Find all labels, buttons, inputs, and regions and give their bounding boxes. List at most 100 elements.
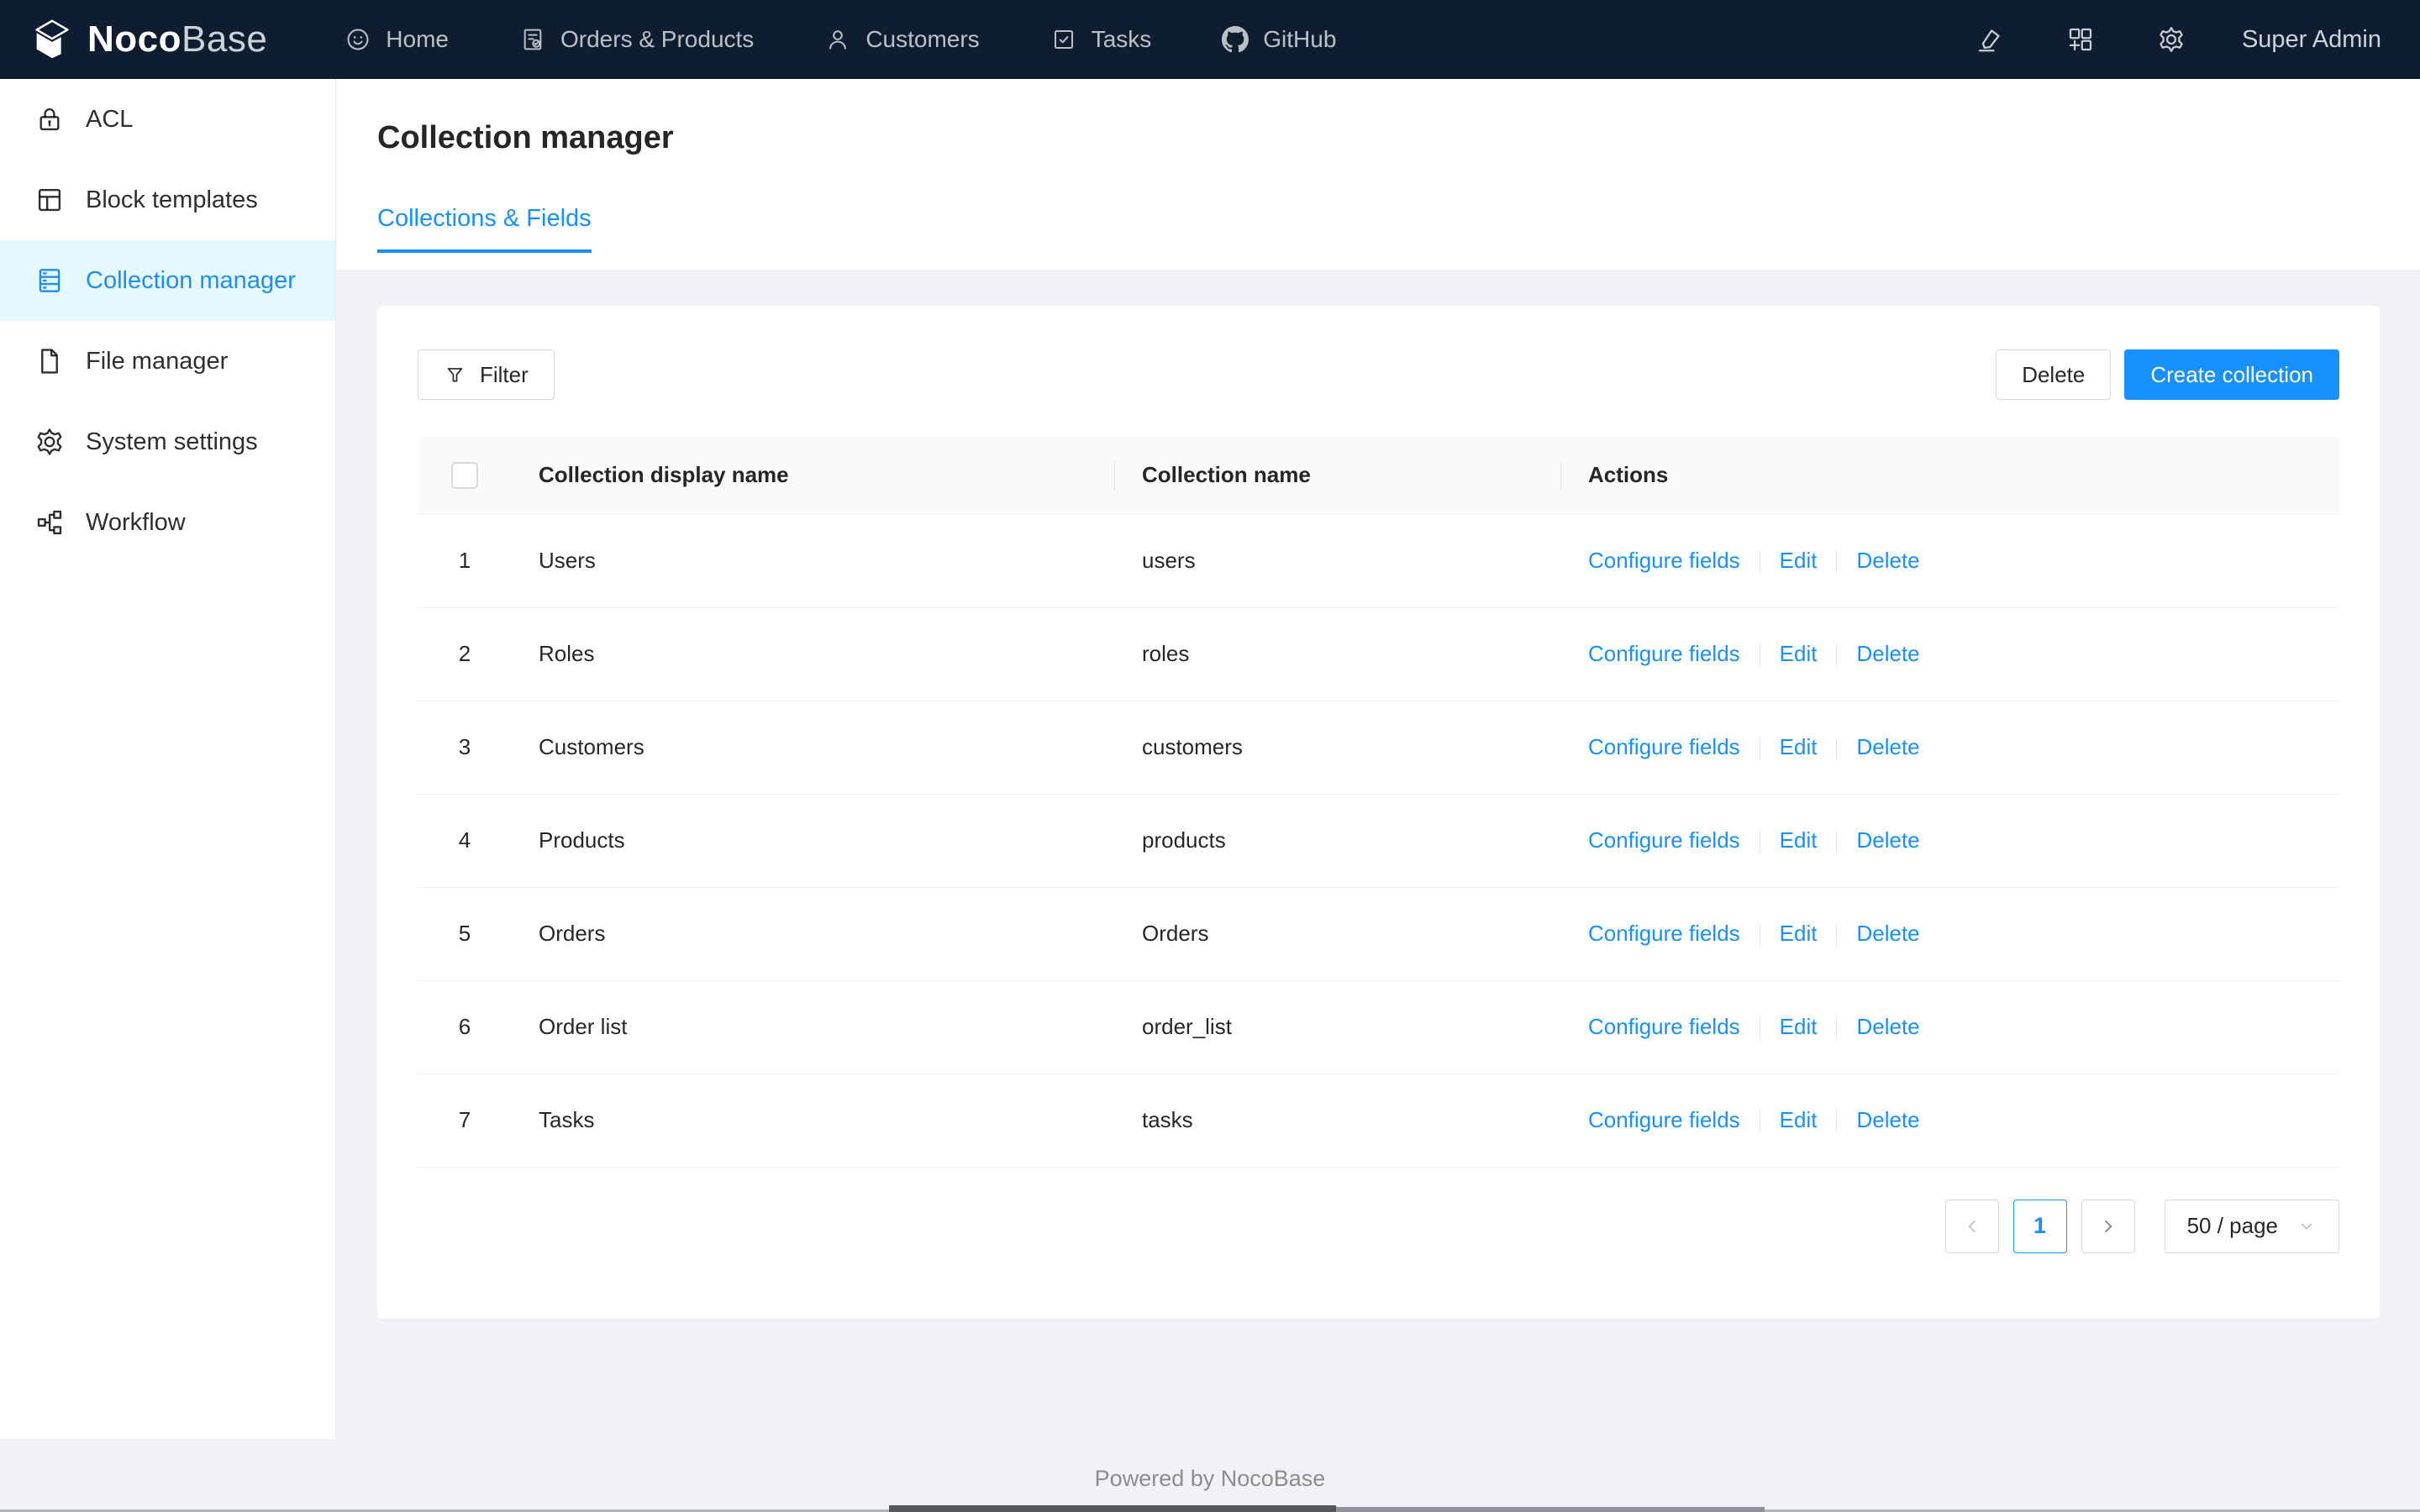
configure-fields-link[interactable]: Configure fields — [1588, 1107, 1740, 1132]
row-actions: Configure fields Edit Delete — [1561, 887, 2339, 981]
sidebar-item-label: Workflow — [86, 508, 186, 536]
sidebar-item-collection-manager[interactable]: Collection manager — [0, 240, 335, 321]
delete-link[interactable]: Delete — [1856, 1107, 1919, 1132]
row-index: 6 — [458, 1014, 471, 1039]
pagination-page-1[interactable]: 1 — [2012, 1199, 2067, 1253]
filter-button[interactable]: Filter — [418, 349, 555, 400]
document-check-icon — [519, 26, 546, 53]
delete-button[interactable]: Delete — [1996, 349, 2112, 400]
select-all-cell — [418, 437, 512, 515]
horizontal-scrollbar-thumb[interactable] — [889, 1505, 1336, 1512]
sidebar-item-block-templates[interactable]: Block templates — [0, 160, 335, 240]
row-index: 7 — [458, 1107, 471, 1132]
pagination: 1 50 / page — [418, 1199, 2339, 1253]
table-row: 3 Customers customers Configure fields Ed… — [418, 701, 2339, 795]
delete-link[interactable]: Delete — [1856, 1014, 1919, 1039]
create-collection-button[interactable]: Create collection — [2124, 349, 2339, 400]
table-header-row: Collection display name Collection name … — [418, 437, 2339, 515]
menu-item-github[interactable]: GitHub — [1186, 0, 1371, 79]
topbar-actions: Super Admin — [1914, 24, 2420, 55]
row-display-name: Customers — [512, 701, 1115, 795]
user-menu[interactable]: Super Admin — [2242, 26, 2381, 54]
appstore-add-icon[interactable] — [2065, 24, 2096, 55]
delete-link[interactable]: Delete — [1856, 641, 1919, 666]
layout-icon — [34, 184, 66, 216]
column-header-collection-name: Collection name — [1115, 437, 1561, 515]
topbar: NocoBase Home Orders & Products Customer… — [0, 0, 2420, 79]
edit-link[interactable]: Edit — [1780, 548, 1818, 573]
menu-item-label: GitHub — [1263, 26, 1337, 52]
edit-link[interactable]: Edit — [1780, 827, 1818, 853]
edit-link[interactable]: Edit — [1780, 1014, 1818, 1039]
column-header-display-name: Collection display name — [512, 437, 1115, 515]
configure-fields-link[interactable]: Configure fields — [1588, 548, 1740, 573]
workflow-icon — [34, 507, 66, 538]
menu-item-orders-products[interactable]: Orders & Products — [484, 0, 789, 79]
configure-fields-link[interactable]: Configure fields — [1588, 641, 1740, 666]
row-display-name: Orders — [512, 887, 1115, 981]
row-collection-name: tasks — [1115, 1074, 1561, 1168]
delete-link[interactable]: Delete — [1856, 827, 1919, 853]
edit-link[interactable]: Edit — [1780, 921, 1818, 946]
row-actions: Configure fields Edit Delete — [1561, 701, 2339, 795]
row-actions: Configure fields Edit Delete — [1561, 607, 2339, 701]
table-row: 2 Roles roles Configure fields Edit Delete — [418, 607, 2339, 701]
main-content: Collection manager Collections & Fields … — [337, 79, 2420, 1512]
sidebar: ACL Block templates Collection manager F… — [0, 79, 336, 1439]
table-toolbar: Filter Delete Create collection — [418, 349, 2339, 400]
smile-icon — [345, 26, 371, 53]
sidebar-item-workflow[interactable]: Workflow — [0, 482, 335, 563]
filter-icon — [444, 364, 466, 386]
nocobase-cube-icon — [29, 16, 76, 63]
menu-item-customers[interactable]: Customers — [789, 0, 1014, 79]
configure-fields-link[interactable]: Configure fields — [1588, 1014, 1740, 1039]
menu-item-home[interactable]: Home — [309, 0, 484, 79]
gear-icon[interactable] — [2156, 24, 2186, 55]
row-actions: Configure fields Edit Delete — [1561, 1074, 2339, 1168]
database-icon — [34, 265, 66, 297]
sidebar-item-label: Collection manager — [86, 266, 296, 294]
table-row: 1 Users users Configure fields Edit Delete — [418, 514, 2339, 608]
action-separator — [1836, 830, 1838, 854]
tab-collections-and-fields[interactable]: Collections & Fields — [377, 205, 592, 253]
sidebar-item-label: System settings — [86, 428, 258, 455]
edit-link[interactable]: Edit — [1780, 641, 1818, 666]
delete-link[interactable]: Delete — [1856, 734, 1919, 759]
pagination-prev-button[interactable] — [1944, 1199, 1999, 1253]
row-index-cell: 6 — [418, 980, 512, 1074]
page-size-select[interactable]: 50 / page — [2164, 1199, 2339, 1253]
file-icon — [34, 345, 66, 377]
page-title: Collection manager — [377, 120, 674, 155]
sidebar-item-file-manager[interactable]: File manager — [0, 321, 335, 402]
page-size-value: 50 / page — [2186, 1213, 2278, 1238]
pagination-next-button[interactable] — [2081, 1199, 2135, 1253]
row-display-name: Users — [512, 514, 1115, 608]
page-header: Collection manager Collections & Fields — [337, 79, 2420, 270]
table-row: 4 Products products Configure fields Edit… — [418, 794, 2339, 888]
configure-fields-link[interactable]: Configure fields — [1588, 827, 1740, 853]
menu-item-label: Home — [386, 26, 449, 52]
row-index: 5 — [458, 921, 471, 946]
action-separator — [1836, 923, 1838, 948]
configure-fields-link[interactable]: Configure fields — [1588, 734, 1740, 759]
row-index-cell: 7 — [418, 1074, 512, 1168]
sidebar-item-system-settings[interactable]: System settings — [0, 402, 335, 482]
action-separator — [1836, 1110, 1838, 1134]
check-square-icon — [1050, 26, 1077, 53]
highlighter-icon[interactable] — [1975, 24, 2005, 55]
row-index-cell: 2 — [418, 607, 512, 701]
sidebar-item-acl[interactable]: ACL — [0, 79, 335, 160]
delete-link[interactable]: Delete — [1856, 921, 1919, 946]
row-collection-name: Orders — [1115, 887, 1561, 981]
horizontal-scrollbar-track-segment — [1336, 1507, 1765, 1512]
sidebar-item-label: ACL — [86, 105, 134, 133]
edit-link[interactable]: Edit — [1780, 734, 1818, 759]
configure-fields-link[interactable]: Configure fields — [1588, 921, 1740, 946]
sidebar-item-label: Block templates — [86, 186, 258, 213]
edit-link[interactable]: Edit — [1780, 1107, 1818, 1132]
nocobase-logo[interactable]: NocoBase — [0, 16, 279, 63]
delete-link[interactable]: Delete — [1856, 548, 1919, 573]
row-collection-name: roles — [1115, 607, 1561, 701]
select-all-checkbox[interactable] — [451, 462, 478, 490]
menu-item-tasks[interactable]: Tasks — [1015, 0, 1187, 79]
